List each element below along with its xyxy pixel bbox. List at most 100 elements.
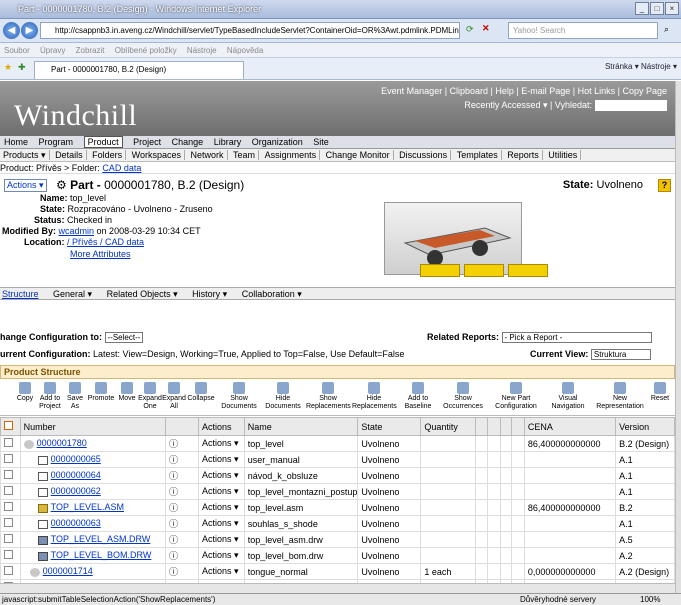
tab-library[interactable]: Library <box>214 137 242 147</box>
subtab-products[interactable]: Products ▾ <box>0 150 50 160</box>
row-checkbox[interactable] <box>0 435 21 452</box>
subtab-details[interactable]: Details <box>52 150 87 160</box>
search-icon[interactable]: ⌕ <box>664 24 669 35</box>
table-row[interactable]: TOP_LEVEL_ASM.DRW ⓘ Actions ▾ top_level_asm… <box>0 531 675 548</box>
row-info-icon[interactable]: ⓘ <box>164 531 200 548</box>
row-number[interactable]: TOP_LEVEL_BOM.DRW <box>19 547 167 564</box>
tab-program[interactable]: Program <box>39 137 74 147</box>
add-to-project-button[interactable]: Add to Project <box>36 382 64 411</box>
address-field[interactable]: http://csappnb3.in.aveng.cz/Windchill/se… <box>40 22 460 39</box>
row-actions[interactable]: Actions ▾ <box>198 515 245 532</box>
forward-icon[interactable]: ▶ <box>21 22 38 39</box>
row-info-icon[interactable]: ⓘ <box>164 499 200 516</box>
row-checkbox[interactable] <box>0 531 21 548</box>
table-row[interactable]: 0000000062 ⓘ Actions ▾ top_level_montazni_p… <box>0 483 675 500</box>
top-links[interactable]: Event Manager | Clipboard | Help | E-mai… <box>381 84 667 98</box>
row-checkbox[interactable] <box>0 451 21 468</box>
table-row[interactable]: 0000000065 ⓘ Actions ▾ user_manual Uvolneno A… <box>0 451 675 468</box>
related-reports-select[interactable]: - Pick a Report - <box>501 332 652 344</box>
column-number[interactable]: Number <box>19 417 167 436</box>
collapse-button[interactable]: Collapse <box>186 382 216 403</box>
row-actions[interactable]: Actions ▾ <box>198 499 245 516</box>
favorites-star-icon[interactable]: ★ <box>4 62 12 73</box>
select-all-checkbox[interactable] <box>0 417 21 436</box>
more-attributes-link[interactable]: More Attributes <box>70 249 131 259</box>
hide-replacements-button[interactable]: Hide Replacements <box>352 382 397 411</box>
tab-project[interactable]: Project <box>133 137 161 147</box>
row-actions[interactable]: Actions ▾ <box>198 483 245 500</box>
menu-tools[interactable]: Nástroje <box>187 46 217 55</box>
subtab-workspaces[interactable]: Workspaces <box>128 150 185 160</box>
column-cena[interactable]: CENA <box>523 417 617 436</box>
row-info-icon[interactable]: ⓘ <box>164 547 200 564</box>
page-tools[interactable]: Stránka ▾ Nástroje ▾ <box>605 62 677 71</box>
row-info-icon[interactable]: ⓘ <box>164 435 200 452</box>
tab-history[interactable]: History ▾ <box>192 289 227 299</box>
row-info-icon[interactable]: ⓘ <box>164 467 200 484</box>
browser-tab[interactable]: Part - 0000001780, B.2 (Design) <box>34 61 244 79</box>
row-info-icon[interactable]: ⓘ <box>164 515 200 532</box>
row-actions[interactable]: Actions ▾ <box>198 467 245 484</box>
modified-user-link[interactable]: wcadmin <box>59 226 95 236</box>
new-part-configuration-button[interactable]: New Part Configuration <box>490 382 542 411</box>
minimize-button[interactable]: _ <box>635 2 649 15</box>
subtab-templates[interactable]: Templates <box>453 150 502 160</box>
tab-home[interactable]: Home <box>4 137 28 147</box>
row-checkbox[interactable] <box>0 515 21 532</box>
breadcrumb-link[interactable]: CAD data <box>102 163 141 173</box>
column-name[interactable]: Name <box>243 417 359 436</box>
subtab-folders[interactable]: Folders <box>89 150 127 160</box>
stop-icon[interactable]: ✕ <box>482 23 490 34</box>
tab-product[interactable]: Product <box>83 136 123 148</box>
tab-site[interactable]: Site <box>313 137 329 147</box>
recent-search[interactable]: Recently Accessed ▾ | Vyhledat: <box>464 100 592 110</box>
show-replacements-button[interactable]: Show Replacements <box>306 382 351 411</box>
refresh-icon[interactable]: ⟳ <box>466 24 474 35</box>
menu-help[interactable]: Nápověda <box>227 46 263 55</box>
table-row[interactable]: TOP_LEVEL_BOM.DRW ⓘ Actions ▾ top_level_bom… <box>0 547 675 564</box>
subtab-reports[interactable]: Reports <box>504 150 543 160</box>
menu-favorites[interactable]: Oblíbené položky <box>115 46 177 55</box>
tab-related-objects[interactable]: Related Objects ▾ <box>107 289 178 299</box>
view-3d-button[interactable] <box>420 264 460 277</box>
visual-navigation-button[interactable]: Visual Navigation <box>546 382 590 411</box>
subtab-team[interactable]: Team <box>230 150 260 160</box>
vertical-scrollbar[interactable] <box>675 81 681 593</box>
search-input[interactable]: Yahoo! Search <box>508 22 658 39</box>
subtab-network[interactable]: Network <box>187 150 228 160</box>
back-icon[interactable]: ◀ <box>3 22 20 39</box>
row-number[interactable]: 0000001714 <box>19 563 167 580</box>
tab-general[interactable]: General ▾ <box>53 289 92 299</box>
row-number[interactable]: 0000000065 <box>19 451 167 468</box>
tab-change[interactable]: Change <box>172 137 204 147</box>
current-view-select[interactable]: Struktura <box>590 349 651 361</box>
part-actions-menu[interactable]: Actions ▾ <box>4 179 47 192</box>
row-actions[interactable]: Actions ▾ <box>198 563 245 580</box>
subtab-assignments[interactable]: Assignments <box>261 150 321 160</box>
row-number[interactable]: 0000000063 <box>19 515 167 532</box>
add-favorite-icon[interactable]: ✚ <box>18 62 26 73</box>
column-version[interactable]: Version <box>615 417 675 436</box>
move-button[interactable]: Move <box>116 382 138 403</box>
vyhledat-input[interactable] <box>595 100 667 112</box>
menu-file[interactable]: Soubor <box>4 46 30 55</box>
help-icon[interactable]: ? <box>658 179 671 192</box>
open-viewer-button[interactable] <box>508 264 548 277</box>
row-number[interactable]: 0000000062 <box>19 483 167 500</box>
row-number[interactable]: TOP_LEVEL.ASM <box>19 499 167 516</box>
column-state[interactable]: State <box>357 417 422 436</box>
column-actions[interactable]: Actions <box>198 417 245 436</box>
reset-button[interactable]: Reset <box>648 382 672 403</box>
hide-documents-button[interactable]: Hide Documents <box>262 382 304 411</box>
row-checkbox[interactable] <box>0 547 21 564</box>
column-quantity[interactable]: Quantity <box>420 417 476 436</box>
promote-button[interactable]: Promote <box>86 382 116 403</box>
subtab-discussions[interactable]: Discussions <box>396 150 452 160</box>
row-checkbox[interactable] <box>0 467 21 484</box>
row-number[interactable]: 0000000064 <box>19 467 167 484</box>
print-button[interactable] <box>464 264 504 277</box>
row-checkbox[interactable] <box>0 483 21 500</box>
row-actions[interactable]: Actions ▾ <box>198 451 245 468</box>
row-actions[interactable]: Actions ▾ <box>198 547 245 564</box>
table-row[interactable]: 0000001714 ⓘ Actions ▾ tongue_normal Uvolnen… <box>0 563 675 580</box>
